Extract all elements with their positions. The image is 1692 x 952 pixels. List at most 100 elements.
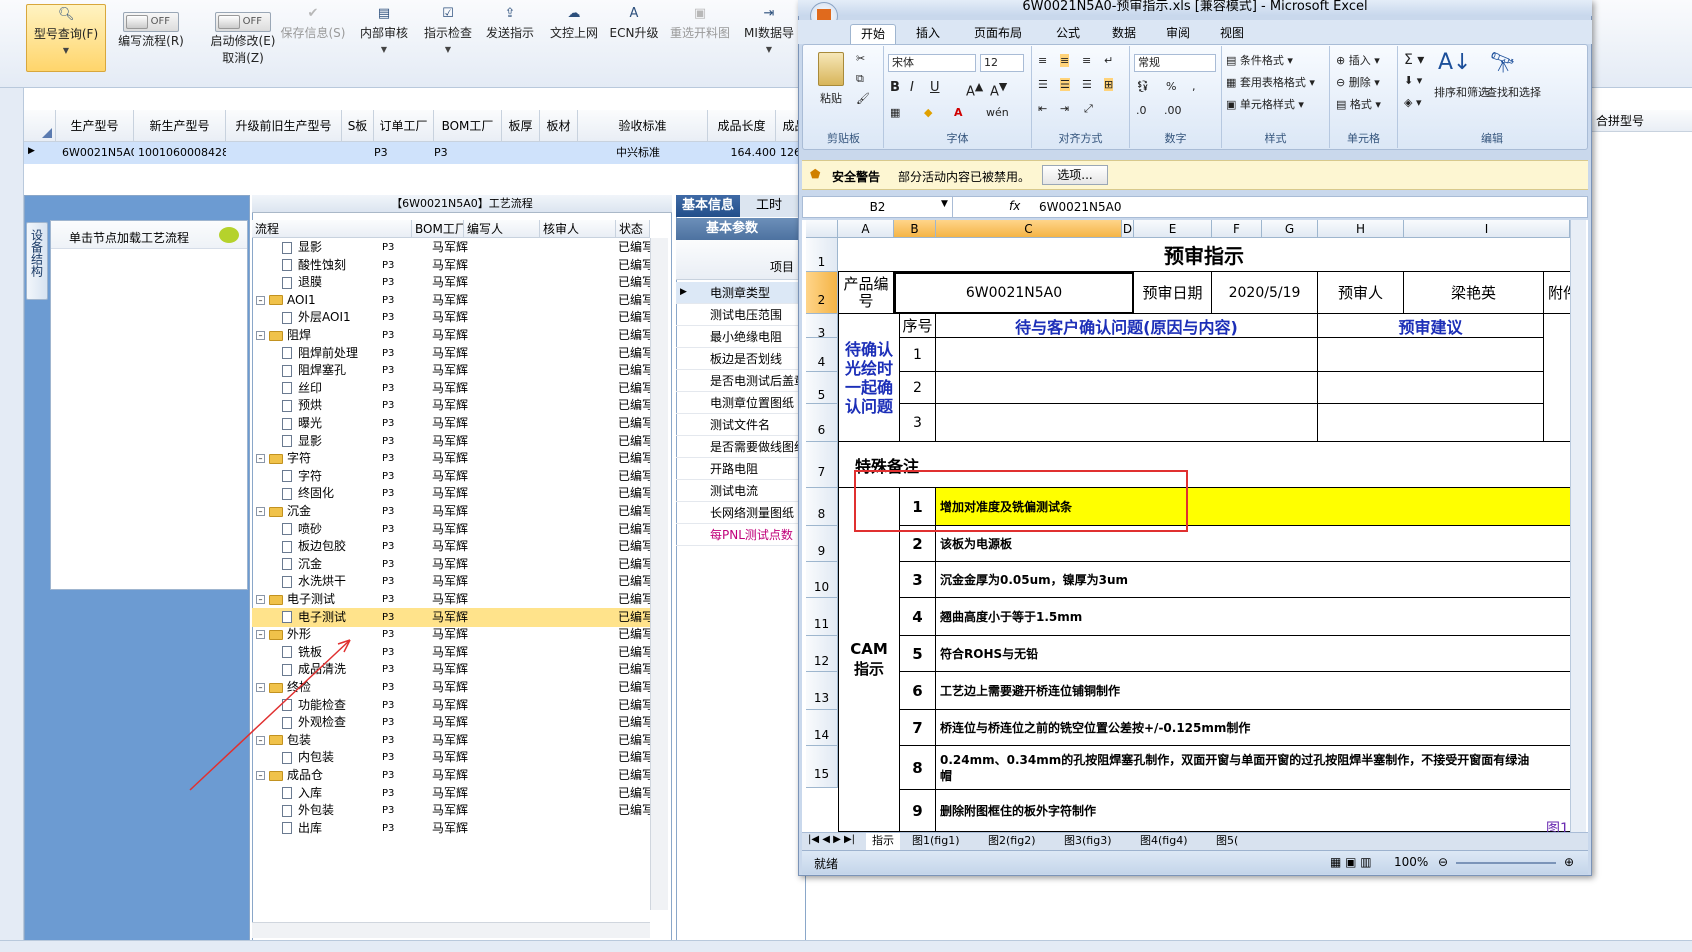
tree-row[interactable]: 入库 P3 马军辉 已编写	[252, 784, 650, 803]
collapse-icon[interactable]: –	[256, 595, 265, 604]
cut-icon[interactable]: ✂	[856, 52, 865, 65]
sheet-tab[interactable]: 图4(fig4)	[1134, 833, 1194, 850]
wrap-text-icon[interactable]: ↵	[1104, 54, 1113, 67]
column-header[interactable]: I	[1404, 220, 1570, 238]
special-note-label[interactable]: 特殊备注	[838, 442, 1570, 488]
cam-instruction-cell[interactable]: 沉金金厚为0.05um，镍厚为3um	[936, 562, 1570, 598]
param-row[interactable]: 开路电阻	[676, 458, 806, 480]
cancel-label[interactable]: 取消(Z)	[222, 51, 264, 65]
save-info-button[interactable]: ✔ 保存信息(S)	[278, 4, 348, 74]
cam-seq-cell[interactable]: 3	[900, 562, 936, 598]
autosum-icon[interactable]: Σ ▾	[1404, 52, 1424, 68]
cam-instruction-cell[interactable]: 删除附图框住的板外字符制作	[936, 790, 1570, 832]
tree-header-reviewer[interactable]: 核审人	[540, 220, 616, 238]
tree-row[interactable]: 丝印 P3 马军辉 已编写	[252, 379, 650, 398]
row-header[interactable]: 1	[806, 238, 838, 272]
format-painter-icon[interactable]: 🖌︎	[856, 92, 870, 105]
column-header[interactable]: E	[1134, 220, 1212, 238]
tree-row[interactable]: 内包装 P3 马军辉 已编写	[252, 748, 650, 767]
pending-issue-cell[interactable]	[936, 372, 1318, 404]
col-header-bom-factory[interactable]: BOM工厂	[434, 110, 502, 142]
cell-standard[interactable]: 中兴标准	[612, 142, 692, 164]
tree-row[interactable]: 阻焊塞孔 P3 马军辉 已编写	[252, 361, 650, 380]
column-header[interactable]: B	[894, 220, 936, 238]
col-header-length[interactable]: 成品长度	[708, 110, 776, 142]
decrease-indent-icon[interactable]: ⇤	[1038, 102, 1047, 115]
row-header[interactable]: 9	[806, 526, 838, 562]
font-size-select[interactable]: 12	[980, 54, 1024, 72]
copy-icon[interactable]: ⧉	[856, 72, 864, 86]
tree-row[interactable]: – 沉金 P3 马军辉 已编写	[252, 502, 650, 521]
product-no-label[interactable]: 产品编号	[838, 272, 894, 314]
suggest-header[interactable]: 预审建议	[1318, 314, 1544, 338]
pending-seq-cell[interactable]: 1	[900, 338, 936, 372]
reopen-material-button[interactable]: ▣ 重选开料图	[666, 4, 734, 74]
doc-upload-button[interactable]: ☁ 文控上网	[546, 4, 602, 74]
tab-page-layout[interactable]: 页面布局	[964, 24, 1032, 44]
number-format-select[interactable]: 常规	[1134, 54, 1216, 72]
sort-filter-button[interactable]: 排序和筛选	[1434, 84, 1489, 100]
cam-seq-cell[interactable]: 8	[900, 746, 936, 790]
cond-format-button[interactable]: ▤ 条件格式 ▾	[1226, 52, 1293, 68]
sheet-tab[interactable]: 图5(	[1210, 833, 1244, 850]
write-flow-button[interactable]: OFF 编写流程(R)	[112, 4, 190, 74]
col-header-merge-model[interactable]: 合拼型号	[1592, 110, 1692, 132]
cam-instruction-cell[interactable]: 增加对准度及铣偏测试条	[936, 488, 1570, 526]
grow-font-icon[interactable]: A▲	[966, 80, 983, 99]
paste-label[interactable]: 粘贴	[820, 90, 842, 106]
seq-label[interactable]: 序号	[900, 314, 936, 338]
merge-center-icon[interactable]: ⊞	[1104, 78, 1114, 91]
tree-row[interactable]: 显影 P3 马军辉 已编写	[252, 238, 650, 257]
tab-insert[interactable]: 插入	[906, 24, 950, 44]
cam-instruction-cell[interactable]: 翘曲高度小于等于1.5mm	[936, 598, 1570, 636]
tree-row[interactable]: 退膜 P3 马军辉 已编写	[252, 273, 650, 292]
cam-seq-cell[interactable]: 2	[900, 526, 936, 562]
pending-issue-cell[interactable]	[936, 404, 1318, 442]
format-cells-button[interactable]: ▤ 格式 ▾	[1336, 96, 1381, 112]
font-name-select[interactable]: 宋体	[888, 54, 976, 72]
param-row[interactable]: 长网络测量图纸	[676, 502, 806, 524]
row-header[interactable]: 2	[806, 272, 838, 314]
tree-row[interactable]: 外层AOI1 P3 马军辉 已编写	[252, 308, 650, 327]
column-header[interactable]: H	[1318, 220, 1404, 238]
border-icon[interactable]: ▦	[890, 106, 900, 119]
cam-seq-cell[interactable]: 1	[900, 488, 936, 526]
tree-row[interactable]: 喷砂 P3 马军辉 已编写	[252, 520, 650, 539]
tree-row[interactable]: 阻焊前处理 P3 马军辉 已编写	[252, 344, 650, 363]
tab-device-structure[interactable]: 设备结构	[26, 222, 48, 300]
tab-work-hours[interactable]: 工时	[750, 195, 788, 217]
tab-basic-info[interactable]: 基本信息	[676, 195, 741, 217]
row-header[interactable]: 15	[806, 746, 838, 788]
internal-review-button[interactable]: ▤ 内部审核 ▼	[356, 4, 412, 74]
tree-row[interactable]: – 成品仓 P3 马军辉 已编写	[252, 766, 650, 785]
phonetic-icon[interactable]: wén	[986, 106, 1009, 119]
comma-icon[interactable]: ,	[1192, 80, 1196, 93]
sheet-tab[interactable]: 图2(fig2)	[982, 833, 1042, 850]
find-select-button[interactable]: 查找和选择	[1486, 84, 1541, 100]
column-header[interactable]: C	[936, 220, 1122, 238]
col-header-new-model[interactable]: 新生产型号	[134, 110, 226, 142]
reviewer-label[interactable]: 预审人	[1318, 272, 1404, 314]
col-header-old-model[interactable]: 升级前旧生产型号	[226, 110, 342, 142]
currency-icon[interactable]: 💱︎	[1136, 80, 1150, 93]
row-header[interactable]: 12	[806, 636, 838, 672]
product-no-cell[interactable]: 6W0021N5A0	[894, 272, 1134, 314]
review-date-label[interactable]: 预审日期	[1134, 272, 1212, 314]
tree-horizontal-scrollbar[interactable]	[252, 922, 650, 938]
ecn-upgrade-button[interactable]: A ECN升级	[608, 4, 660, 74]
view-mode-icons[interactable]: ▦ ▣ ▥	[1330, 855, 1372, 869]
column-header[interactable]: F	[1212, 220, 1262, 238]
zoom-out-icon[interactable]: ⊖	[1438, 855, 1448, 869]
param-row[interactable]: 每PNL测试点数	[676, 524, 806, 546]
tab-review[interactable]: 审阅	[1156, 24, 1200, 44]
cam-seq-cell[interactable]: 5	[900, 636, 936, 672]
delete-cells-button[interactable]: ⊖ 删除 ▾	[1336, 74, 1380, 90]
tree-row[interactable]: 出库 P3 马军辉	[252, 819, 650, 838]
tab-view[interactable]: 视图	[1210, 24, 1254, 44]
param-row[interactable]: 是否电测试后盖章	[676, 370, 806, 392]
col-header-order-factory[interactable]: 订单工厂	[374, 110, 434, 142]
align-top-icon[interactable]: ≡	[1038, 54, 1047, 67]
chevron-down-icon[interactable]: ▼	[941, 199, 948, 209]
param-row[interactable]: 测试电压范围	[676, 304, 806, 326]
row-header[interactable]: 11	[806, 598, 838, 636]
